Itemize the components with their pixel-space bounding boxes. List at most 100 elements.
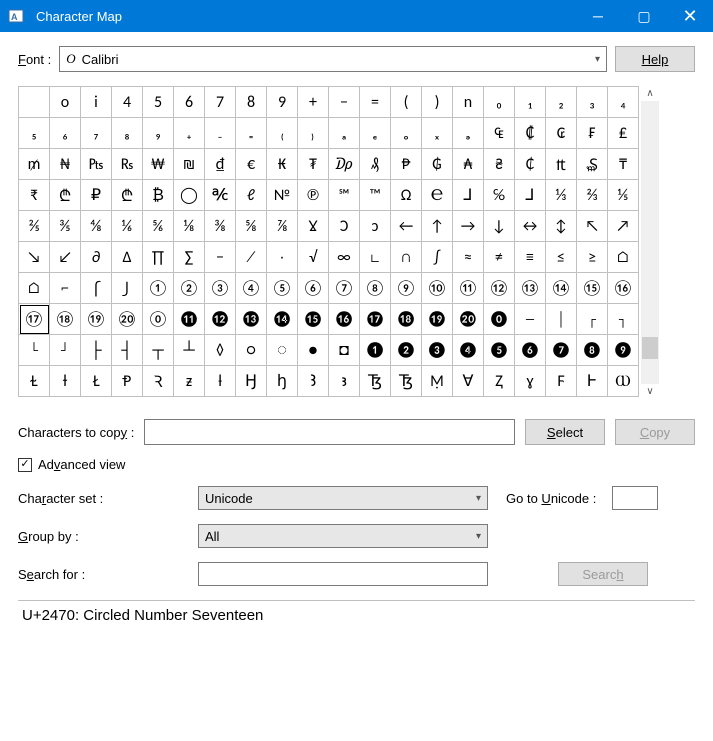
character-cell[interactable]: ⅞ (267, 211, 298, 242)
character-cell[interactable]: ◊ (205, 335, 236, 366)
copy-button[interactable]: Copy (615, 419, 695, 445)
character-cell[interactable]: ⓳ (422, 304, 453, 335)
character-cell[interactable]: ∟ (360, 242, 391, 273)
character-cell[interactable]: Ł (81, 366, 112, 397)
character-cell[interactable]: ₍ (267, 118, 298, 149)
character-cell[interactable]: ⅖ (19, 211, 50, 242)
character-cell[interactable]: ⓰ (329, 304, 360, 335)
character-cell[interactable]: ₲ (422, 149, 453, 180)
character-cell[interactable]: ⓲ (391, 304, 422, 335)
character-cell[interactable]: ↔ (515, 211, 546, 242)
character-cell[interactable]: ⑧ (360, 273, 391, 304)
character-cell[interactable]: 8 (236, 87, 267, 118)
character-cell[interactable]: 5 (143, 87, 174, 118)
character-cell[interactable]: ƚ (205, 366, 236, 397)
character-cell[interactable]: Ꜩ (360, 366, 391, 397)
character-cell[interactable]: ₂ (546, 87, 577, 118)
character-cell[interactable] (19, 87, 50, 118)
character-cell[interactable]: ⅔ (577, 180, 608, 211)
character-cell[interactable]: ├ (81, 335, 112, 366)
character-cell[interactable]: ⑤ (267, 273, 298, 304)
character-cell[interactable]: Ꝛ (143, 366, 174, 397)
character-cell[interactable]: ┴ (174, 335, 205, 366)
character-cell[interactable]: ⓭ (236, 304, 267, 335)
character-cell[interactable]: ₰ (360, 149, 391, 180)
charset-select[interactable]: Unicode ▾ (198, 486, 488, 510)
character-cell[interactable]: ⑳ (112, 304, 143, 335)
character-cell[interactable]: № (267, 180, 298, 211)
character-cell[interactable]: ● (298, 335, 329, 366)
character-cell[interactable]: ⑱ (50, 304, 81, 335)
character-cell[interactable]: Ⱬ (484, 366, 515, 397)
character-cell[interactable]: ❷ (391, 335, 422, 366)
character-cell[interactable]: ❹ (453, 335, 484, 366)
character-cell[interactable]: ₽ (81, 180, 112, 211)
character-cell[interactable]: ⓫ (174, 304, 205, 335)
character-cell[interactable]: ₓ (422, 118, 453, 149)
character-cell[interactable]: ← (391, 211, 422, 242)
character-cell[interactable]: ₢ (546, 118, 577, 149)
character-cell[interactable]: Ω (391, 180, 422, 211)
character-cell[interactable]: ≥ (577, 242, 608, 273)
character-cell[interactable]: ⑭ (546, 273, 577, 304)
character-cell[interactable]: ₔ (453, 118, 484, 149)
character-cell[interactable]: ₁ (515, 87, 546, 118)
character-cell[interactable]: Ꜣ (298, 366, 329, 397)
character-cell[interactable]: ⓯ (298, 304, 329, 335)
character-cell[interactable]: ⑩ (422, 273, 453, 304)
character-cell[interactable]: ┘ (50, 335, 81, 366)
character-cell[interactable]: ⅘ (81, 211, 112, 242)
character-cell[interactable]: Ↄ (329, 211, 360, 242)
character-cell[interactable]: ₨ (112, 149, 143, 180)
character-cell[interactable]: ① (143, 273, 174, 304)
character-cell[interactable]: ❾ (608, 335, 639, 366)
character-cell[interactable]: ɣ (515, 366, 546, 397)
character-cell[interactable]: Ṃ (422, 366, 453, 397)
scroll-track[interactable] (641, 101, 659, 384)
character-cell[interactable]: ⑫ (484, 273, 515, 304)
character-cell[interactable]: ℠ (329, 180, 360, 211)
character-cell[interactable]: ❽ (577, 335, 608, 366)
character-cell[interactable]: ₪ (174, 149, 205, 180)
character-cell[interactable]: ™ (360, 180, 391, 211)
character-cell[interactable]: ∫ (422, 242, 453, 273)
character-cell[interactable]: ∞ (329, 242, 360, 273)
character-cell[interactable]: Ꜩ (391, 366, 422, 397)
character-cell[interactable]: ⅃ (453, 180, 484, 211)
scroll-up-icon[interactable]: ∧ (646, 88, 653, 99)
character-cell[interactable]: ⌐ (50, 273, 81, 304)
character-cell[interactable]: i (81, 87, 112, 118)
character-cell[interactable]: ₤ (608, 118, 639, 149)
character-cell[interactable]: ℗ (298, 180, 329, 211)
character-cell[interactable]: ⅗ (50, 211, 81, 242)
goto-unicode-input[interactable] (612, 486, 658, 510)
character-cell[interactable]: √ (298, 242, 329, 273)
character-cell[interactable]: ❼ (546, 335, 577, 366)
character-cell[interactable]: ∀ (453, 366, 484, 397)
character-cell[interactable]: ⓱ (360, 304, 391, 335)
character-cell[interactable]: ◯ (174, 180, 205, 211)
character-cell[interactable]: ─ (515, 304, 546, 335)
character-cell[interactable]: ┬ (143, 335, 174, 366)
character-cell[interactable]: ⑦ (329, 273, 360, 304)
character-cell[interactable]: ∆ (112, 242, 143, 273)
character-cell[interactable]: ₄ (608, 87, 639, 118)
character-cell[interactable]: ⑯ (608, 273, 639, 304)
character-cell[interactable]: ⌂ (19, 273, 50, 304)
character-cell[interactable]: ₵ (515, 149, 546, 180)
character-cell[interactable]: Ͱ (577, 366, 608, 397)
character-cell[interactable]: ⌡ (112, 273, 143, 304)
character-cell[interactable]: ₾ (112, 180, 143, 211)
font-select[interactable]: O Calibri ▾ (59, 46, 607, 72)
character-cell[interactable]: Ᵽ (112, 366, 143, 397)
character-cell[interactable]: 7 (205, 87, 236, 118)
character-cell[interactable]: ↗ (608, 211, 639, 242)
character-cell[interactable]: ❸ (422, 335, 453, 366)
character-cell[interactable]: ₈ (112, 118, 143, 149)
character-cell[interactable]: ₠ (484, 118, 515, 149)
search-button[interactable]: Search (558, 562, 648, 586)
character-cell[interactable]: ⑬ (515, 273, 546, 304)
character-cell[interactable]: → (453, 211, 484, 242)
character-cell[interactable]: ④ (236, 273, 267, 304)
character-cell[interactable]: n (453, 87, 484, 118)
